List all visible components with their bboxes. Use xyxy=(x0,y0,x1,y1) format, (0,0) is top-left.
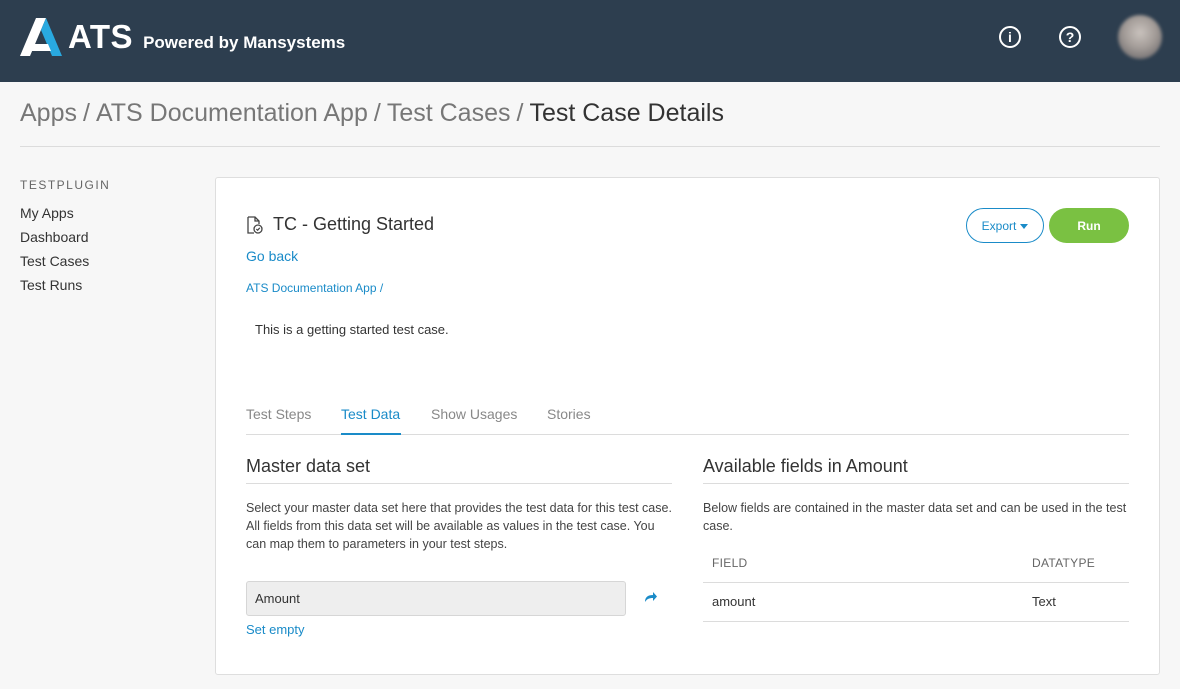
powered-by-text: Powered by Mansystems xyxy=(143,33,346,52)
tab-test-data[interactable]: Test Data xyxy=(341,406,400,422)
table-header-divider xyxy=(703,582,1129,583)
breadcrumb-separator: / xyxy=(373,99,381,127)
master-desc-line1: Select your master data set here that pr… xyxy=(246,501,672,515)
test-case-description: This is a getting started test case. xyxy=(255,322,449,337)
tab-stories[interactable]: Stories xyxy=(547,406,591,422)
breadcrumb-separator: / xyxy=(516,99,524,127)
go-back-link[interactable]: Go back xyxy=(246,248,298,264)
app-link-label[interactable]: ATS Documentation App xyxy=(246,281,377,295)
column-header-field[interactable]: FIELD xyxy=(712,556,748,570)
divider xyxy=(20,146,1160,147)
sidebar-item-test-cases[interactable]: Test Cases xyxy=(20,253,89,269)
table-row-divider xyxy=(703,621,1129,622)
help-icon[interactable]: ? xyxy=(1059,26,1081,48)
breadcrumb-apps[interactable]: Apps xyxy=(20,99,77,127)
sidebar-item-test-runs[interactable]: Test Runs xyxy=(20,277,82,293)
breadcrumb-separator: / xyxy=(82,99,90,127)
ats-logo[interactable]: ATS Powered by Mansystems xyxy=(20,18,345,56)
tab-show-usages[interactable]: Show Usages xyxy=(431,406,517,422)
caret-down-icon xyxy=(1020,224,1029,229)
column-header-datatype[interactable]: DATATYPE xyxy=(1032,556,1095,570)
export-label: Export xyxy=(981,218,1017,233)
top-bar: ATS Powered by Mansystems i ? xyxy=(0,0,1180,82)
export-button[interactable]: Export xyxy=(966,208,1044,243)
master-data-title: Master data set xyxy=(246,456,371,476)
breadcrumb-current: Test Case Details xyxy=(529,99,724,127)
active-tab-indicator xyxy=(341,433,401,435)
open-link-arrow-icon[interactable] xyxy=(644,590,658,604)
breadcrumb-test-cases[interactable]: Test Cases xyxy=(387,99,511,127)
tab-test-steps[interactable]: Test Steps xyxy=(246,406,311,422)
master-desc-line2: All fields from this data set will be av… xyxy=(246,519,655,551)
breadcrumb-app[interactable]: ATS Documentation App xyxy=(96,99,368,127)
logo-text: ATS xyxy=(68,18,134,55)
master-data-select[interactable]: Amount xyxy=(246,581,626,616)
test-case-document-icon xyxy=(247,216,263,234)
app-link-separator: / xyxy=(379,281,384,295)
divider xyxy=(246,483,672,484)
sidebar-item-dashboard[interactable]: Dashboard xyxy=(20,229,89,245)
table-cell-field: amount xyxy=(712,594,756,609)
sidebar-title: TESTPLUGIN xyxy=(20,178,111,192)
app-link[interactable]: ATS Documentation App / xyxy=(246,281,383,295)
master-data-description: Select your master data set here that pr… xyxy=(246,499,676,553)
info-icon[interactable]: i xyxy=(999,26,1021,48)
test-case-title: TC - Getting Started xyxy=(273,214,435,234)
ats-logo-mark-icon xyxy=(20,18,62,56)
run-button[interactable]: Run xyxy=(1049,208,1129,243)
divider xyxy=(703,483,1129,484)
breadcrumb: Apps / ATS Documentation App / Test Cases / Te… xyxy=(20,99,724,128)
user-avatar[interactable] xyxy=(1118,15,1162,59)
sidebar-item-my-apps[interactable]: My Apps xyxy=(20,205,74,221)
available-fields-title: Available fields in Amount xyxy=(703,456,908,476)
set-empty-link[interactable]: Set empty xyxy=(246,622,305,637)
available-fields-description: Below fields are contained in the master… xyxy=(703,501,1127,533)
table-cell-datatype: Text xyxy=(1032,594,1056,609)
